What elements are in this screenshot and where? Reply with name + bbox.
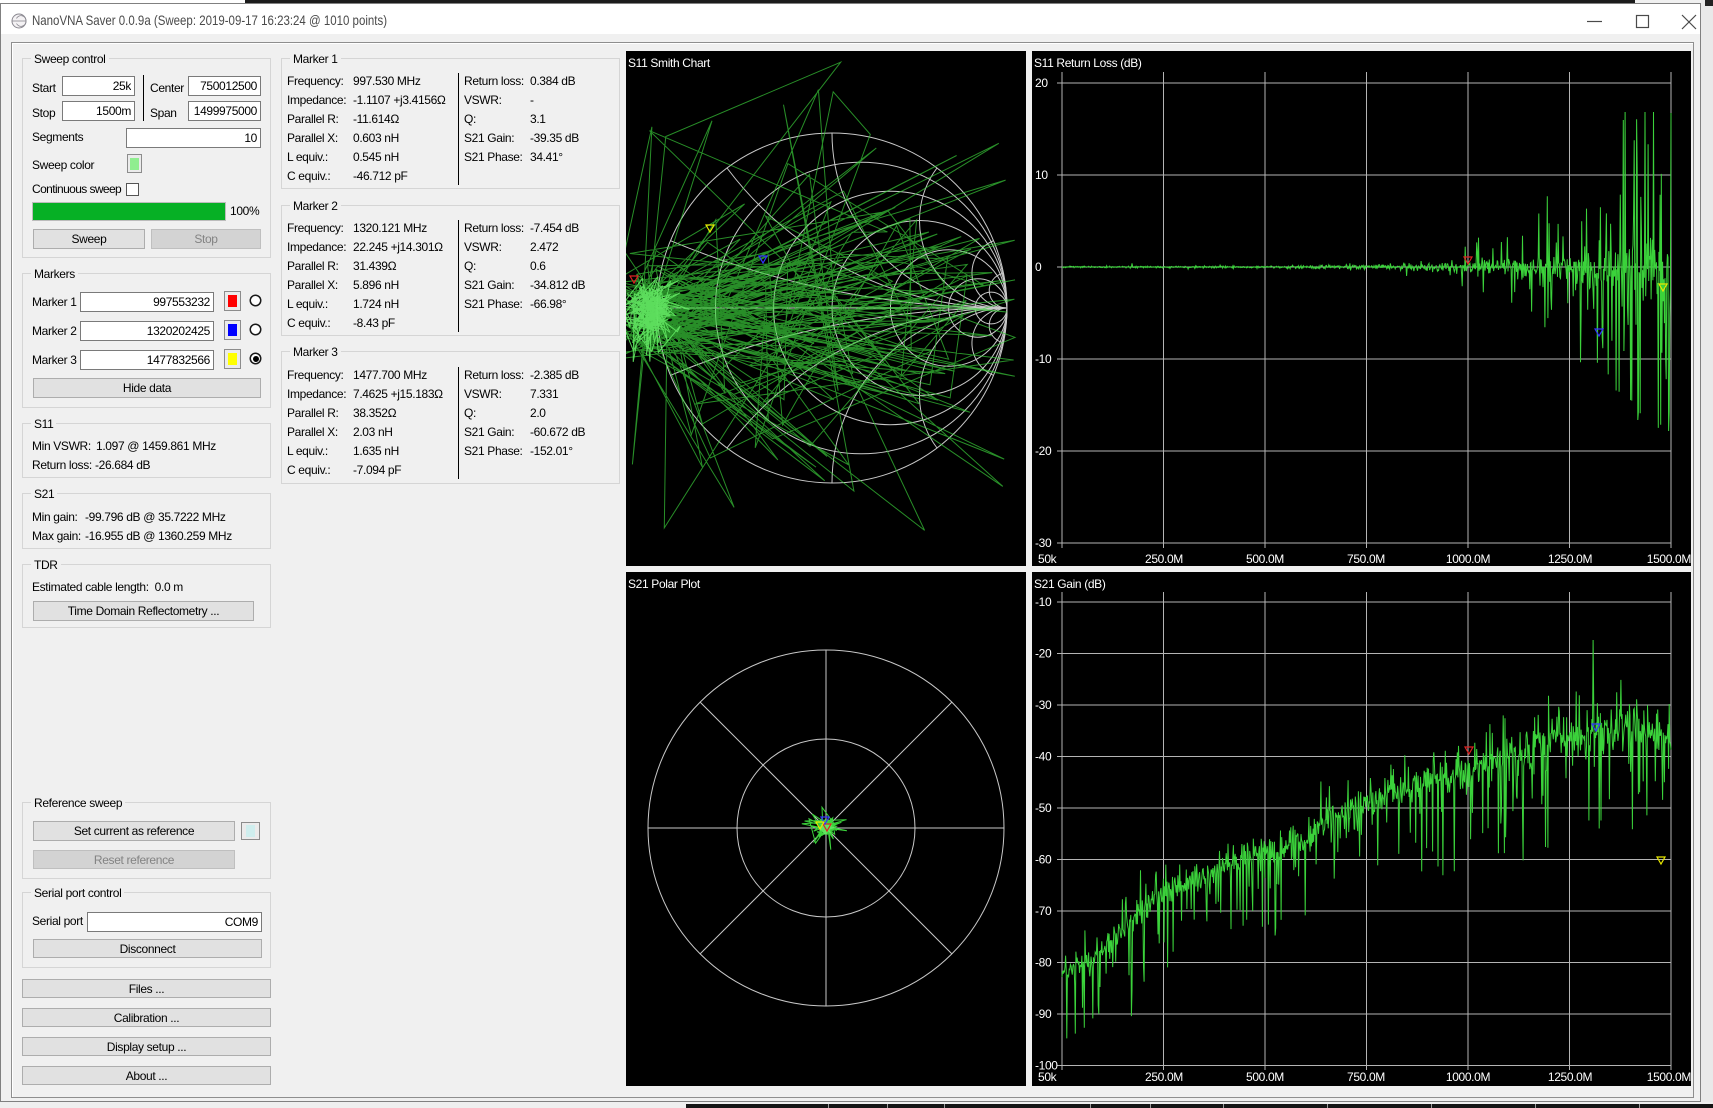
- svg-text:250.0M: 250.0M: [1145, 552, 1183, 566]
- svg-text:-20: -20: [1035, 444, 1052, 458]
- svg-text:-60: -60: [1035, 852, 1052, 866]
- svg-text:1250.0M: 1250.0M: [1548, 1070, 1593, 1084]
- svg-text:-50: -50: [1035, 801, 1052, 815]
- svg-text:250.0M: 250.0M: [1145, 1070, 1183, 1084]
- svg-text:10: 10: [1035, 168, 1048, 182]
- svg-text:-10: -10: [1035, 595, 1052, 609]
- svg-text:1500.0M: 1500.0M: [1647, 1070, 1692, 1084]
- svg-text:S21 Polar Plot: S21 Polar Plot: [628, 577, 701, 591]
- svg-text:1250.0M: 1250.0M: [1548, 552, 1593, 566]
- svg-text:-70: -70: [1035, 904, 1052, 918]
- svg-text:-30: -30: [1035, 698, 1052, 712]
- svg-text:20: 20: [1035, 76, 1048, 90]
- svg-text:0: 0: [1035, 260, 1042, 274]
- svg-text:1500.0M: 1500.0M: [1647, 552, 1692, 566]
- svg-text:1000.0M: 1000.0M: [1446, 552, 1491, 566]
- svg-text:750.0M: 750.0M: [1347, 1070, 1385, 1084]
- svg-text:-40: -40: [1035, 749, 1052, 763]
- svg-text:S11 Smith Chart: S11 Smith Chart: [628, 56, 711, 70]
- svg-text:-30: -30: [1035, 536, 1052, 550]
- svg-text:500.0M: 500.0M: [1246, 1070, 1284, 1084]
- svg-text:500.0M: 500.0M: [1246, 552, 1284, 566]
- svg-text:-80: -80: [1035, 955, 1052, 969]
- svg-text:S11 Return Loss (dB): S11 Return Loss (dB): [1034, 56, 1142, 70]
- svg-text:1000.0M: 1000.0M: [1446, 1070, 1491, 1084]
- svg-text:-90: -90: [1035, 1007, 1052, 1021]
- svg-text:-20: -20: [1035, 647, 1052, 661]
- svg-text:750.0M: 750.0M: [1347, 552, 1385, 566]
- svg-text:50k: 50k: [1038, 1070, 1058, 1084]
- svg-text:S21 Gain (dB): S21 Gain (dB): [1034, 577, 1106, 591]
- svg-text:-10: -10: [1035, 352, 1052, 366]
- svg-text:50k: 50k: [1038, 552, 1058, 566]
